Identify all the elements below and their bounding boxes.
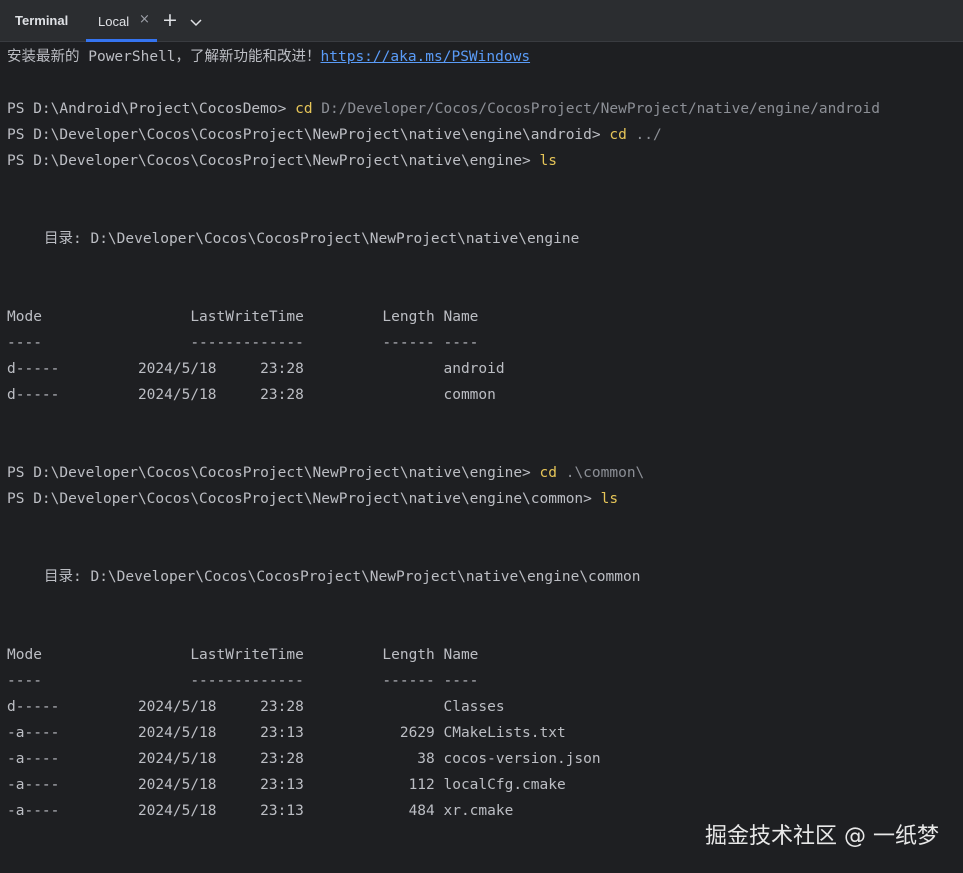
command-text: ls [600, 491, 619, 507]
directory-line: 目录: D:\Developer\Cocos\CocosProject\NewP… [44, 569, 641, 585]
terminal-output[interactable]: 安装最新的 PowerShell，了解新功能和改进！https://aka.ms… [7, 44, 957, 844]
active-tab-indicator [86, 39, 157, 42]
listing-header: Mode LastWriteTime Length Name [7, 309, 479, 325]
tab-local-label: Local [98, 14, 130, 29]
command-argument: D:/Developer/Cocos/CocosProject/NewProje… [312, 101, 880, 117]
prompt-text: PS D:\Developer\Cocos\CocosProject\NewPr… [7, 465, 540, 481]
banner-link[interactable]: https://aka.ms/PSWindows [321, 49, 531, 65]
command-argument: ../ [626, 127, 662, 143]
prompt-line: PS D:\Developer\Cocos\CocosProject\NewPr… [7, 148, 957, 174]
terminal-tab-bar: Terminal Local × + [0, 0, 963, 42]
listing-separator: ---- ------------- ------ ---- [7, 335, 479, 351]
listing-row: d----- 2024/5/18 23:28 android [7, 361, 505, 377]
listing-row: -a---- 2024/5/18 23:13 112 localCfg.cmak… [7, 777, 566, 793]
command-text: cd [539, 465, 557, 481]
listing-header: Mode LastWriteTime Length Name [7, 647, 479, 663]
command-text: cd [609, 127, 627, 143]
prompt-text: PS D:\Developer\Cocos\CocosProject\NewPr… [7, 491, 601, 507]
directory-line: 目录: D:\Developer\Cocos\CocosProject\NewP… [44, 231, 580, 247]
prompt-line: PS D:\Developer\Cocos\CocosProject\NewPr… [7, 460, 957, 486]
prompt-line: PS D:\Android\Project\CocosDemo> cd D:/D… [7, 96, 957, 122]
command-argument: .\common\ [556, 465, 645, 481]
command-text: ls [539, 153, 557, 169]
command-text: cd [295, 101, 313, 117]
listing-separator: ---- ------------- ------ ---- [7, 673, 479, 689]
listing-row: -a---- 2024/5/18 23:28 38 cocos-version.… [7, 751, 601, 767]
tab-local[interactable]: Local × [86, 0, 157, 42]
prompt-text: PS D:\Developer\Cocos\CocosProject\NewPr… [7, 127, 610, 143]
chevron-down-icon[interactable] [190, 14, 202, 32]
terminal-window: Terminal Local × + 安装最新的 PowerShell，了解新功… [0, 0, 963, 873]
banner-line: 安装最新的 PowerShell，了解新功能和改进！https://aka.ms… [7, 44, 957, 70]
prompt-line: PS D:\Developer\Cocos\CocosProject\NewPr… [7, 486, 957, 512]
listing-row: d----- 2024/5/18 23:28 Classes [7, 699, 505, 715]
listing-row: d----- 2024/5/18 23:28 common [7, 387, 496, 403]
prompt-line: PS D:\Developer\Cocos\CocosProject\NewPr… [7, 122, 957, 148]
prompt-text: PS D:\Android\Project\CocosDemo> [7, 101, 296, 117]
listing-row: -a---- 2024/5/18 23:13 2629 CMakeLists.t… [7, 725, 566, 741]
watermark: 掘金技术社区 @ 一纸梦 [705, 824, 939, 849]
add-icon[interactable]: + [162, 8, 178, 32]
prompt-text: PS D:\Developer\Cocos\CocosProject\NewPr… [7, 153, 540, 169]
banner-text: 安装最新的 PowerShell，了解新功能和改进！ [7, 49, 321, 65]
tool-window-title: Terminal [15, 13, 69, 28]
close-icon[interactable]: × [139, 12, 150, 27]
